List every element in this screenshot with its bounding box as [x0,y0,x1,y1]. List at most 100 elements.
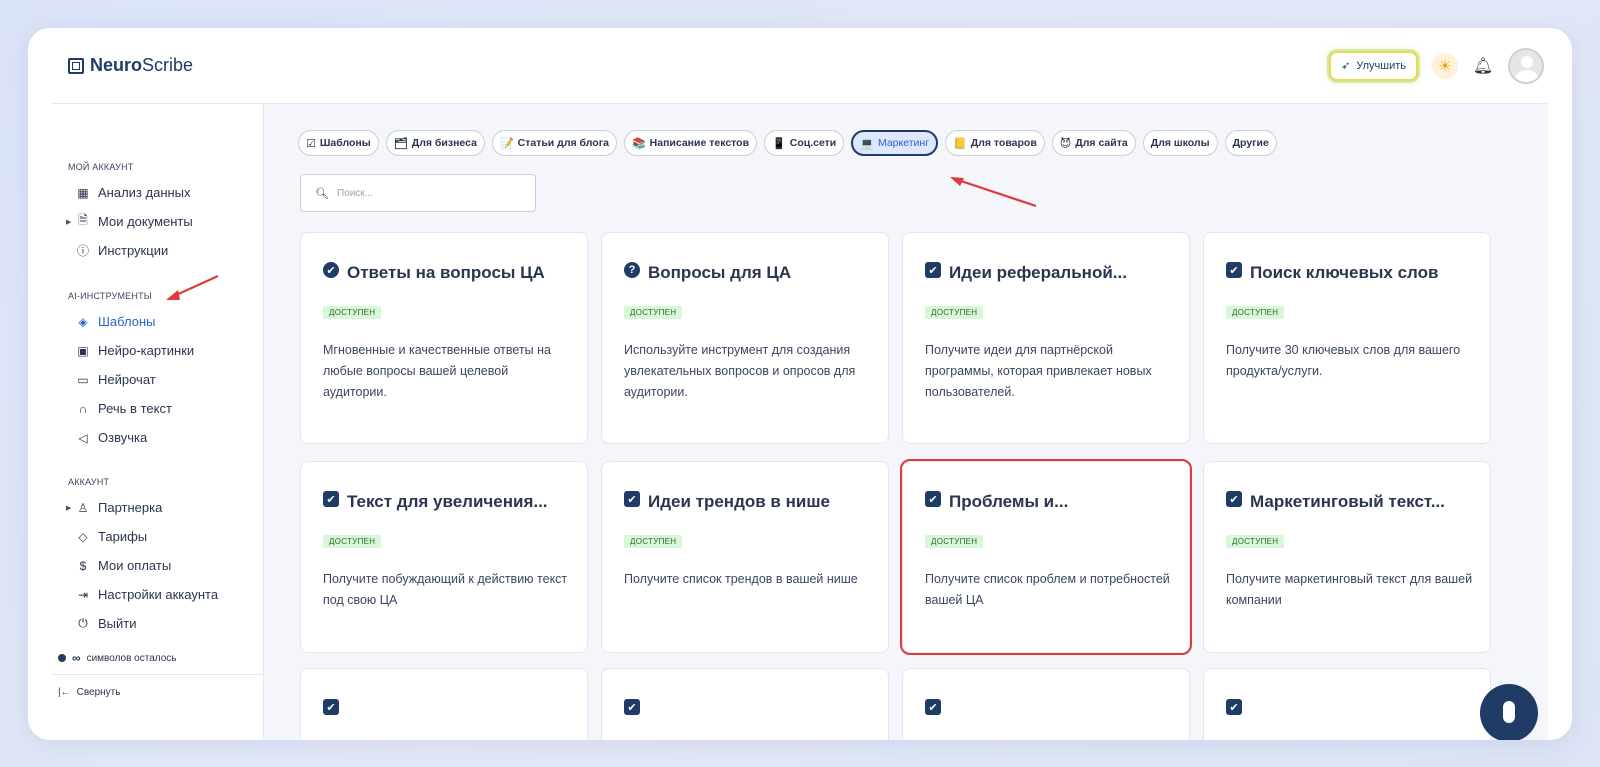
status-badge: ДОСТУПЕН [624,535,683,548]
headphones-icon: ∩ [78,401,88,416]
filter-chip[interactable]: ☑ Шаблоны [298,130,379,156]
filter-chip-icon: 📝 [499,137,514,150]
sidebar-item[interactable]: ∩ Речь в текст [52,394,263,423]
credits-counter: ∞ символов осталось [58,651,176,665]
filter-chip-icon: 📚 [631,137,646,150]
template-card[interactable]: ✔ [1203,668,1491,740]
chat-support-button[interactable] [1480,684,1538,740]
sidebar-item[interactable]: ⇥ Настройки аккаунта [52,580,263,609]
template-card[interactable]: ✔ Ответы на вопросы ЦА ДОСТУПЕН Мгновенные … [300,232,588,444]
filter-chip-label: Для бизнеса [411,137,477,149]
sidebar-item[interactable]: ◇ Тарифы [52,522,263,551]
status-badge: ДОСТУПЕН [925,306,984,319]
checkbox-icon: ✔ [323,491,339,507]
credits-label: символов осталось [86,652,177,664]
search-icon: 🔍︎ [315,187,329,200]
collapse-icon: |← [58,687,71,698]
template-card[interactable]: ✔ Поиск ключевых слов ДОСТУПЕН Получите 30 … [1203,232,1491,444]
filter-chip[interactable]: 😈 Для сайта [1051,130,1136,156]
filter-chip-icon: 📒 [953,137,967,150]
template-card[interactable]: ✔ [300,668,588,740]
filter-chip[interactable]: 📒 Для товаров [945,130,1045,156]
filter-chip-label: Шаблоны [319,137,371,149]
speaker-icon: ◁ [78,430,88,445]
sidebar-item-label: Мои оплаты [98,558,172,573]
login-icon: ⇥ [77,587,89,602]
sidebar-item[interactable]: ◁ Озвучка [52,423,263,452]
logo[interactable]: NeuroScribe [68,55,193,76]
sidebar-section-title: МОЙ АККАУНТ [68,162,134,172]
sidebar-item[interactable]: ⓘ Инструкции [52,236,263,265]
template-card[interactable]: ? Вопросы для ЦА ДОСТУПЕН Используйте инстр… [601,232,889,444]
template-card-description: Получите идеи для партнёрской программы,… [925,343,1152,399]
template-card-description: Получите побуждающий к действию текст по… [323,572,568,607]
template-card[interactable]: ✔ Маркетинговый текст... ДОСТУПЕН Получите … [1203,461,1491,653]
template-card[interactable]: ✔ Текст для увеличения... ДОСТУПЕН Получите… [300,461,588,653]
filter-chip[interactable]: 💻 Маркетинг [851,130,939,156]
sidebar-item[interactable]: ▶ 🗎 Мои документы [52,207,263,236]
sidebar-section-title: AI-ИНСТРУМЕНТЫ [68,291,152,301]
template-card[interactable]: ✔ Идеи реферальной... ДОСТУПЕН Получите иде… [902,232,1190,444]
sidebar-item[interactable]: ▣ Нейро-картинки [52,336,263,365]
sidebar-item[interactable]: $ Мои оплаты [52,551,263,580]
sidebar-item-label: Нейрочат [98,372,156,387]
category-filter-bar: ☑ Шаблоны 🗂 Для бизнеса 📝 Статьи для блога 📚 На… [298,130,1277,156]
filter-chip[interactable]: Для школы [1142,130,1218,156]
filter-chip[interactable]: 🗂 Для бизнеса [385,130,485,156]
bell-icon[interactable]: 🔔︎ [1472,55,1494,77]
filter-chip[interactable]: Другие [1224,130,1277,156]
collapse-sidebar-button[interactable]: |← Свернуть [52,674,263,698]
filter-chip-icon: 😈 [1059,137,1072,150]
sidebar-item-label: Тарифы [98,529,148,544]
chat-icon: ▭ [77,372,89,387]
template-card-description: Получите маркетинговый текст для вашей к… [1226,572,1473,607]
grid-icon: ▦ [77,185,89,200]
sidebar-item[interactable]: ⏻ Выйти [52,609,263,638]
upgrade-button[interactable]: ➶ Улучшить [1329,50,1418,81]
filter-chip-label: Маркетинг [877,137,930,149]
status-badge: ДОСТУПЕН [1226,306,1285,319]
template-card-description: Получите список трендов в вашей нише [624,572,858,586]
sidebar-item[interactable]: ▭ Нейрочат [52,365,263,394]
sidebar-item-label: Нейро-картинки [98,343,195,358]
app-window: NeuroScribe ➶ Улучшить ☀ 🔔︎ МОЙ АККАУНТ ▦… [28,28,1572,740]
status-badge: ДОСТУПЕН [323,535,382,548]
filter-chip-icon: 💻 [860,137,874,150]
template-card-title-text: Идеи трендов в нише [648,492,830,511]
filter-chip[interactable]: 📱 Соц.сети [764,130,845,156]
sidebar-item[interactable]: ▶ ♙ Партнерка [52,493,263,522]
sidebar-section-title: АККАУНТ [68,477,110,487]
template-card-title: ✔ Идеи трендов в нише [624,491,830,512]
sidebar-item[interactable]: ◈ Шаблоны [52,307,263,336]
logo-icon [68,57,84,74]
avatar[interactable] [1508,47,1544,84]
template-card-description: Мгновенные и качественные ответы на любы… [323,343,551,399]
sidebar-item-label: Анализ данных [98,185,191,200]
template-card-title: ? Вопросы для ЦА [624,262,791,283]
checkbox-icon: ✔ [925,262,941,278]
sidebar-item[interactable]: ▦ Анализ данных [52,178,263,207]
filter-chip[interactable]: 📝 Статьи для блога [491,130,617,156]
template-card[interactable]: ✔ [902,668,1190,740]
template-card-description: Используйте инструмент для создания увле… [624,343,856,399]
rocket-icon: ➶ [1341,60,1351,72]
search-input[interactable]: 🔍︎ Поиск... [300,174,536,212]
sidebar-item-label: Мои документы [98,214,193,229]
status-badge: ДОСТУПЕН [925,535,984,548]
filter-chip-label: Для сайта [1075,137,1128,149]
template-card[interactable]: ✔ Проблемы и... ДОСТУПЕН Получите список пр… [900,459,1192,655]
sidebar-item-label: Настройки аккаунта [98,587,219,602]
filter-chip[interactable]: 📚 Написание текстов [623,130,758,156]
filter-chip-label: Другие [1232,137,1269,149]
template-card[interactable]: ✔ Идеи трендов в нише ДОСТУПЕН Получите спи… [601,461,889,653]
filter-chip-label: Написание текстов [649,137,750,149]
sidebar-section: AI-ИНСТРУМЕНТЫ ◈ Шаблоны ▣ Нейро-картинки ▭ Не… [52,291,263,452]
checkbox-icon: ✔ [925,699,941,715]
sidebar-item-label: Шаблоны [98,314,156,329]
theme-toggle-sun-icon[interactable]: ☀ [1432,52,1458,79]
template-card-description: Получите список проблем и потребностей в… [925,572,1170,607]
template-card[interactable]: ✔ [601,668,889,740]
collapse-label: Свернуть [76,687,121,698]
layers-icon: ◈ [78,314,88,329]
upgrade-label: Улучшить [1356,59,1406,72]
